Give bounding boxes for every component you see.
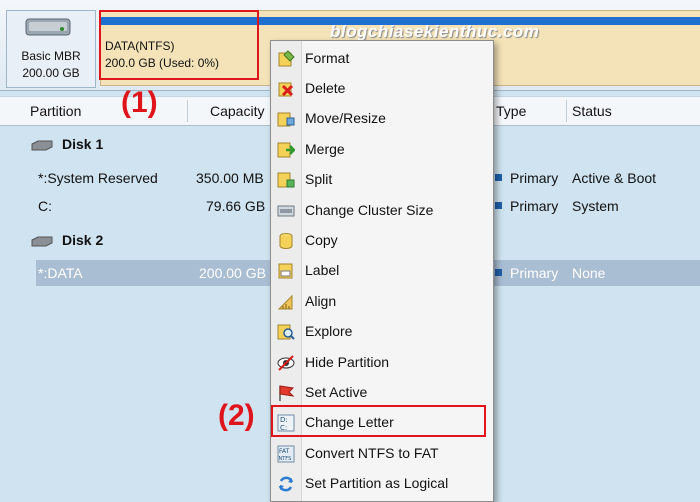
disk-icon [31,140,53,151]
menu-item-hide-partition[interactable]: Hide Partition [271,348,493,378]
menu-item-label: Copy [305,232,338,248]
menu-item-split[interactable]: Split [271,165,493,195]
menu-item-convert-ntfs-to-fat[interactable]: FAT NTFS Convert NTFS to FAT [271,439,493,469]
label-icon [278,263,293,279]
disk-type: Basic MBR [21,49,81,63]
cluster-size-icon [277,205,295,217]
set-logical-icon [278,476,294,492]
primary-type-icon [495,269,502,276]
svg-text:FAT: FAT [279,448,290,455]
menu-item-delete[interactable]: Delete [271,74,493,104]
row-status: System [572,198,619,214]
menu-item-move-resize[interactable]: Move/Resize [271,104,493,134]
menu-item-label: Delete [305,80,346,96]
column-divider[interactable] [187,100,188,122]
explore-icon [277,324,295,340]
menu-item-label: Set Partition as Logical [305,475,449,491]
delete-icon [278,82,294,97]
primary-type-icon [495,174,502,181]
row-capacity: 200.00 GB [199,265,266,281]
menu-item-change-cluster-size[interactable]: Change Cluster Size [271,196,493,226]
row-status: Active & Boot [572,170,657,186]
row-capacity: 350.00 MB [196,170,264,186]
menu-item-label: Change Cluster Size [305,202,434,218]
row-type: Primary [510,170,559,186]
menu-item-label: Label [305,262,340,278]
col-status[interactable]: Status [572,97,612,125]
column-divider[interactable] [566,100,567,122]
copy-icon [279,233,293,249]
convert-fat-icon: FATNTFS [277,445,295,463]
disk-icon [31,236,53,247]
disk-name: Disk 1 [62,136,104,152]
disk-tile[interactable]: Basic MBR 200.00 GB [6,10,96,88]
menu-item-label: Move/Resize [305,110,386,126]
disk-header-2[interactable]: Disk 2 [30,232,103,248]
split-icon [277,172,295,188]
menu-item-label: Hide Partition [305,354,390,370]
format-icon [278,50,295,67]
svg-text:NTFS: NTFS [279,456,292,462]
menu-item-label: Align [305,293,337,309]
menu-item-label: Split [305,171,333,187]
highlight-box-step2 [271,405,486,437]
menu-item-label: Set Active [305,384,368,400]
menu-item-merge[interactable]: Merge [271,135,493,165]
row-partition[interactable]: C: [38,198,52,214]
set-active-flag-icon [279,385,295,401]
menu-item-label: Format [305,50,350,66]
row-partition[interactable]: *:DATA [38,265,83,281]
menu-item-label: Explore [305,323,353,339]
menu-item-label: Convert NTFS to FAT [305,445,439,461]
menu-item-set-active[interactable]: Set Active [271,378,493,408]
menu-item-align[interactable]: Align [271,287,493,317]
disk-name: Disk 2 [62,232,104,248]
align-icon [277,294,293,310]
highlight-box-step1 [99,10,259,80]
hide-partition-icon [277,355,295,371]
menu-item-set-partition-logical[interactable]: Set Partition as Logical [271,469,493,499]
col-partition[interactable]: Partition [30,97,81,125]
menu-item-explore[interactable]: Explore [271,317,493,347]
disk-header-1[interactable]: Disk 1 [30,136,103,152]
menu-item-label-action[interactable]: Label [271,256,493,286]
row-partition[interactable]: *:System Reserved [38,170,158,186]
row-type: Primary [510,198,559,214]
watermark: blogchiasekienthuc.com [330,22,540,41]
menu-item-copy[interactable]: Copy [271,226,493,256]
row-type: Primary [510,265,559,281]
move-resize-icon [277,112,295,127]
menu-item-format[interactable]: Format [271,44,493,74]
primary-type-icon [495,202,502,209]
disk-size: 200.00 GB [22,66,80,80]
annotation-step2: (2) [218,399,255,432]
hard-disk-icon [25,18,71,36]
row-capacity: 79.66 GB [206,198,266,214]
annotation-step1: (1) [121,86,158,119]
merge-icon [277,142,295,158]
col-type[interactable]: Type [496,97,526,125]
col-capacity[interactable]: Capacity [210,97,264,125]
menu-item-label: Merge [305,141,345,157]
row-status: None [572,265,606,281]
